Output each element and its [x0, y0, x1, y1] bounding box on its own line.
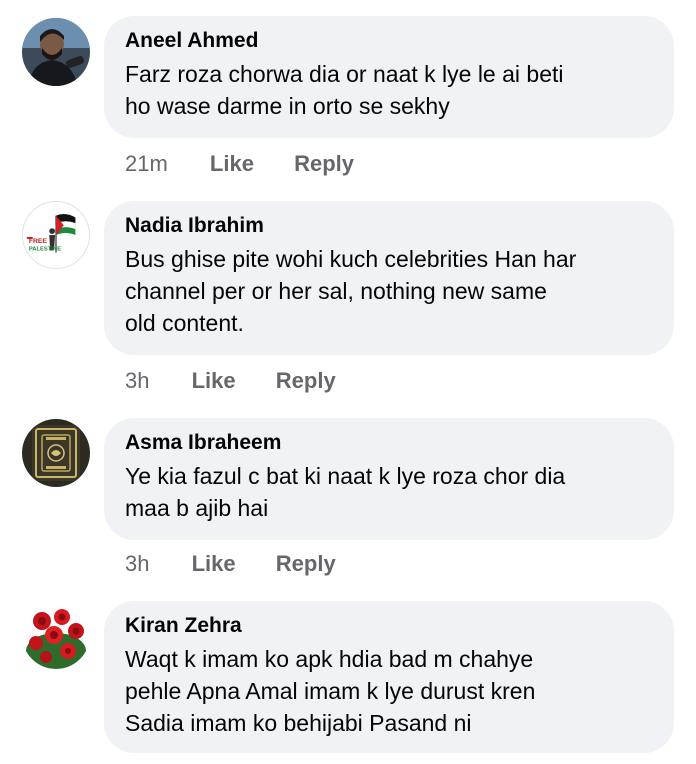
avatar[interactable]	[22, 419, 90, 487]
comment-text: Bus ghise pite wohi kuch celebrities Han…	[125, 246, 577, 336]
comment-timestamp[interactable]: 3h	[125, 551, 149, 577]
comment-bubble: Nadia Ibrahim Bus ghise pite wohi kuch c…	[104, 201, 674, 355]
comment-actions: 3h Like Reply	[125, 551, 336, 577]
reply-button[interactable]: Reply	[276, 551, 336, 577]
like-button[interactable]: Like	[192, 551, 236, 577]
quran-book-icon	[22, 419, 90, 487]
red-roses-icon	[22, 601, 90, 669]
like-button[interactable]: Like	[192, 368, 236, 394]
reply-button[interactable]: Reply	[276, 368, 336, 394]
reply-button[interactable]: Reply	[294, 151, 354, 177]
comment-bubble: Kiran Zehra Waqt k imam ko apk hdia bad …	[104, 601, 674, 753]
svg-text:PALESTINE: PALESTINE	[29, 247, 61, 253]
comment-author[interactable]: Aneel Ahmed	[125, 28, 652, 54]
comment-author[interactable]: Asma Ibraheem	[125, 430, 652, 456]
comment-text: Ye kia fazul c bat ki naat k lye roza ch…	[125, 463, 566, 521]
comment-text: Farz roza chorwa dia or naat k lye le ai…	[125, 61, 564, 119]
comment-author[interactable]: Kiran Zehra	[125, 613, 652, 639]
comment-author[interactable]: Nadia Ibrahim	[125, 213, 652, 239]
avatar[interactable]	[22, 601, 90, 669]
avatar[interactable]	[22, 18, 90, 86]
comment-timestamp[interactable]: 3h	[125, 368, 149, 394]
comment-bubble: Aneel Ahmed Farz roza chorwa dia or naat…	[104, 16, 674, 138]
comment-bubble: Asma Ibraheem Ye kia fazul c bat ki naat…	[104, 418, 674, 540]
comment-text: Waqt k imam ko apk hdia bad m chahye peh…	[125, 646, 536, 736]
avatar[interactable]: FREE PALESTINE	[22, 201, 90, 269]
comment-timestamp[interactable]: 21m	[125, 151, 168, 177]
like-button[interactable]: Like	[210, 151, 254, 177]
free-palestine-flag-icon: FREE PALESTINE	[23, 202, 89, 268]
profile-photo-icon	[22, 18, 90, 86]
comment-actions: 3h Like Reply	[125, 368, 336, 394]
comment-actions: 21m Like Reply	[125, 151, 354, 177]
